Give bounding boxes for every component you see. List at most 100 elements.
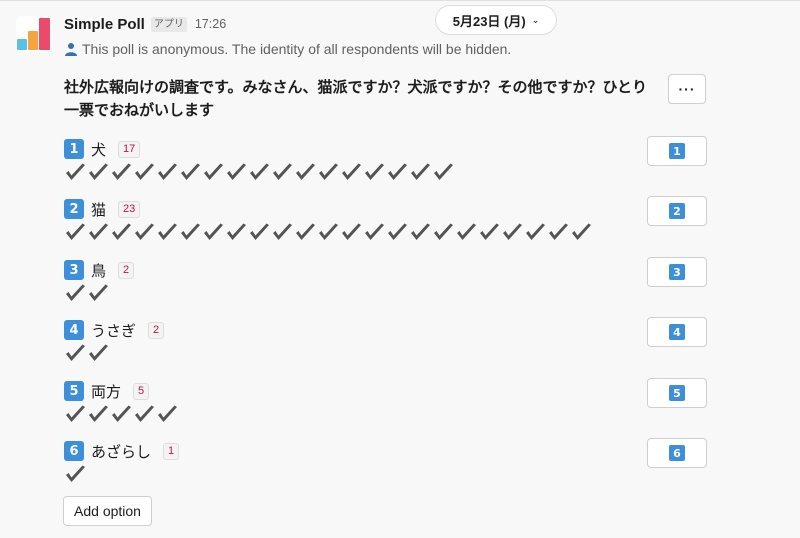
poll-option-label: うさぎ [91, 322, 137, 340]
avatar-bar [17, 39, 27, 50]
heavy-check-icon [158, 223, 177, 240]
heavy-check-icon [273, 223, 292, 240]
chevron-down-icon: ⌄ [531, 14, 540, 25]
poll-option-label: 鳥 [91, 262, 107, 280]
heavy-check-icon [411, 163, 430, 180]
poll-option-label: 猫 [91, 201, 107, 219]
heavy-check-icon [204, 163, 223, 180]
vote-button[interactable]: 6 [647, 438, 707, 468]
poll-option: 3鳥2 [64, 259, 135, 305]
poll-option-header: 5 両方 5 [64, 380, 179, 402]
avatar-bar [39, 18, 50, 50]
keycap-number-icon: 2 [64, 199, 84, 219]
vote-button[interactable]: 4 [647, 317, 707, 347]
keycap-number-icon: 4 [64, 320, 84, 340]
keycap-number-icon: 4 [669, 324, 685, 340]
poll-option: 1 犬 17 [64, 138, 455, 184]
vote-count-badge: 5 [133, 382, 150, 400]
heavy-check-icon [135, 405, 154, 422]
keycap-number-icon: 3 [669, 264, 685, 280]
heavy-check-icon [227, 223, 246, 240]
heavy-check-icon [89, 223, 108, 240]
vote-count-badge: 2 [118, 261, 135, 279]
heavy-check-icon [89, 284, 108, 301]
heavy-check-icon [549, 223, 568, 240]
heavy-check-icon [365, 223, 384, 240]
anonymous-notice: This poll is anonymous. The identity of … [64, 41, 511, 57]
heavy-check-icon [434, 163, 453, 180]
vote-count-badge: 2 [148, 321, 165, 339]
heavy-check-icon [181, 223, 200, 240]
poll-option-label: 犬 [91, 141, 107, 159]
poll-option-label: 両方 [91, 383, 122, 401]
heavy-check-icon [365, 163, 384, 180]
vote-checkmarks [64, 222, 593, 244]
heavy-check-icon [66, 405, 85, 422]
app-avatar[interactable] [16, 16, 52, 52]
date-label: 5月23日 (月) [452, 13, 526, 29]
poll-option-header: 6 あざらし 1 [64, 440, 180, 462]
vote-button[interactable]: 2 [647, 196, 707, 226]
heavy-check-icon [503, 223, 522, 240]
heavy-check-icon [158, 405, 177, 422]
heavy-check-icon [112, 223, 131, 240]
keycap-number-icon: 6 [669, 445, 685, 461]
heavy-check-icon [158, 163, 177, 180]
message-header: Simple Poll アプリ 17:26 [64, 14, 226, 34]
heavy-check-icon [342, 223, 361, 240]
poll-option-label: あざらし [91, 443, 152, 461]
heavy-check-icon [227, 163, 246, 180]
heavy-check-icon [296, 223, 315, 240]
vote-button[interactable]: 5 [647, 378, 707, 408]
anonymous-notice-text: This poll is anonymous. The identity of … [82, 41, 512, 57]
app-name[interactable]: Simple Poll [64, 16, 145, 33]
poll-option: 5 両方 5 [64, 380, 179, 426]
heavy-check-icon [572, 223, 591, 240]
poll-option-header: 1 犬 17 [64, 138, 455, 160]
heavy-check-icon [66, 284, 85, 301]
heavy-check-icon [388, 223, 407, 240]
vote-checkmarks [64, 283, 134, 305]
heavy-check-icon [273, 163, 292, 180]
app-badge: アプリ [150, 16, 187, 32]
vote-button[interactable]: 3 [647, 257, 707, 287]
heavy-check-icon [296, 163, 315, 180]
heavy-check-icon [89, 405, 108, 422]
poll-option: 2 猫 23 [64, 198, 593, 244]
more-actions-button[interactable]: ··· [668, 74, 706, 104]
heavy-check-icon [66, 223, 85, 240]
heavy-check-icon [388, 163, 407, 180]
message-timestamp[interactable]: 17:26 [195, 17, 226, 31]
person-icon [65, 43, 77, 56]
heavy-check-icon [181, 163, 200, 180]
heavy-check-icon [135, 223, 154, 240]
heavy-check-icon [66, 163, 85, 180]
poll-option-header: 4 うさぎ 2 [64, 319, 165, 341]
heavy-check-icon [434, 223, 453, 240]
vote-checkmarks [64, 464, 179, 486]
add-option-button[interactable]: Add option [63, 496, 152, 526]
heavy-check-icon [135, 163, 154, 180]
date-divider-button[interactable]: 5月23日 (月) ⌄ [435, 5, 557, 35]
heavy-check-icon [204, 223, 223, 240]
poll-option-header: 3鳥2 [64, 259, 135, 281]
heavy-check-icon [112, 405, 131, 422]
vote-checkmarks [64, 343, 164, 365]
vote-button[interactable]: 1 [647, 136, 707, 166]
heavy-check-icon [342, 163, 361, 180]
heavy-check-icon [89, 163, 108, 180]
poll-option: 6 あざらし 1 [64, 440, 180, 486]
vote-checkmarks [64, 162, 455, 184]
heavy-check-icon [526, 223, 545, 240]
keycap-number-icon: 5 [64, 381, 84, 401]
keycap-number-icon: 1 [669, 143, 685, 159]
vote-checkmarks [64, 404, 179, 426]
divider [0, 0, 800, 1]
heavy-check-icon [319, 163, 338, 180]
heavy-check-icon [250, 223, 269, 240]
keycap-number-icon: 6 [64, 441, 84, 461]
heavy-check-icon [89, 344, 108, 361]
heavy-check-icon [250, 163, 269, 180]
avatar-bar [28, 31, 38, 50]
keycap-number-icon: 5 [669, 385, 685, 401]
